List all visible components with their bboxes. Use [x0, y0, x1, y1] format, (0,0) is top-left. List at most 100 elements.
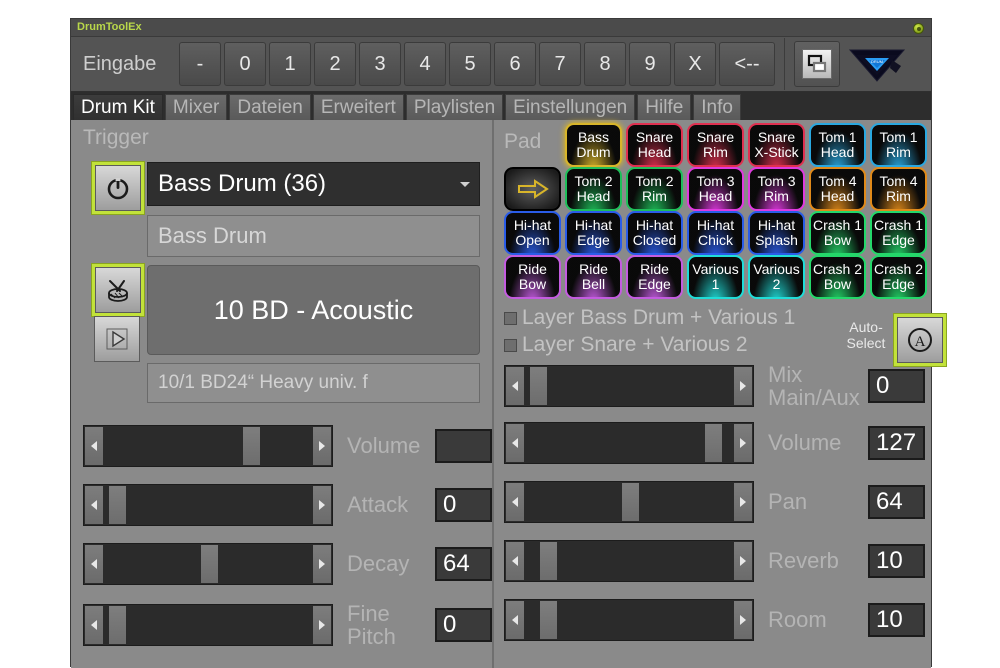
tab-playlisten[interactable]: Playlisten [405, 94, 504, 120]
pad-button[interactable]: Tom 3 Head [687, 167, 744, 211]
pad-shift-button[interactable] [504, 167, 561, 211]
pad-button[interactable]: Ride Bell [565, 255, 622, 299]
slider-pan[interactable] [504, 481, 754, 523]
auto-select-button[interactable]: A [893, 313, 947, 367]
slider-decrement[interactable] [85, 427, 103, 465]
slider-thumb[interactable] [108, 486, 126, 524]
slider-increment[interactable] [313, 545, 331, 583]
slider-value-fine[interactable]: 0 [435, 608, 492, 643]
key-2[interactable]: 2 [314, 42, 356, 86]
pad-button[interactable]: Hi-hat Chick [687, 211, 744, 255]
slider-decrement[interactable] [506, 424, 524, 462]
key-9[interactable]: 9 [629, 42, 671, 86]
slider-thumb[interactable] [243, 427, 261, 465]
key-6[interactable]: 6 [494, 42, 536, 86]
trigger-name-field[interactable]: Bass Drum [147, 215, 480, 257]
key-1[interactable]: 1 [269, 42, 311, 86]
slider-attack[interactable] [83, 484, 333, 526]
slider-volume[interactable] [504, 422, 754, 464]
slider-value-room[interactable]: 10 [868, 603, 925, 637]
slider-thumb[interactable] [529, 367, 547, 406]
pad-button[interactable]: Ride Bow [504, 255, 561, 299]
pad-button[interactable]: Tom 2 Rim [626, 167, 683, 211]
pad-button[interactable]: Crash 2 Edge [870, 255, 927, 299]
slider-decrement[interactable] [506, 483, 524, 521]
pad-button[interactable]: Snare Rim [687, 123, 744, 167]
slider-value-decay[interactable]: 64 [435, 547, 492, 581]
key-[interactable]: <-- [719, 42, 775, 86]
trigger-play-button[interactable] [94, 316, 140, 362]
key-5[interactable]: 5 [449, 42, 491, 86]
slider-volume[interactable] [83, 425, 333, 467]
slider-decrement[interactable] [506, 367, 524, 406]
pad-button[interactable]: Crash 1 Bow [809, 211, 866, 255]
checkbox[interactable] [504, 311, 517, 325]
pad-button[interactable]: Tom 4 Head [809, 167, 866, 211]
slider-value-volume[interactable]: 127 [868, 426, 925, 460]
pad-button[interactable]: Ride Edge [626, 255, 683, 299]
key-3[interactable]: 3 [359, 42, 401, 86]
tab-mixer[interactable]: Mixer [164, 94, 228, 120]
pad-button[interactable]: Crash 2 Bow [809, 255, 866, 299]
pad-button[interactable]: Hi-hat Edge [565, 211, 622, 255]
tab-drum-kit[interactable]: Drum Kit [73, 94, 163, 120]
slider-decrement[interactable] [506, 542, 524, 580]
trigger-instrument-display[interactable]: 10 BD - Acoustic [147, 265, 480, 355]
slider-fine[interactable] [83, 604, 333, 647]
slider-decrement[interactable] [85, 545, 103, 583]
pad-button[interactable]: Tom 1 Head [809, 123, 866, 167]
slider-decrement[interactable] [85, 606, 103, 645]
trigger-select[interactable]: Bass Drum (36) [147, 162, 480, 206]
slider-decay[interactable] [83, 543, 333, 585]
slider-thumb[interactable] [108, 606, 126, 645]
slider-increment[interactable] [313, 427, 331, 465]
slider-thumb[interactable] [200, 545, 218, 583]
status-led-green-icon[interactable] [913, 23, 924, 34]
trigger-instrument-button[interactable] [91, 263, 145, 317]
slider-increment[interactable] [734, 424, 752, 462]
slider-increment[interactable] [313, 606, 331, 645]
slider-thumb[interactable] [705, 424, 723, 462]
slider-value-pan[interactable]: 64 [868, 485, 925, 519]
key-0[interactable]: 0 [224, 42, 266, 86]
key-X[interactable]: X [674, 42, 716, 86]
slider-decrement[interactable] [506, 601, 524, 639]
key-7[interactable]: 7 [539, 42, 581, 86]
slider-value-mix[interactable]: 0 [868, 369, 925, 404]
slider-value-volume[interactable] [435, 429, 492, 463]
slider-increment[interactable] [734, 542, 752, 580]
pad-button[interactable]: Snare Head [626, 123, 683, 167]
trigger-power-button[interactable] [91, 161, 145, 215]
tab-info[interactable]: Info [693, 94, 741, 120]
pad-button[interactable]: Tom 2 Head [565, 167, 622, 211]
checkbox[interactable] [504, 338, 517, 352]
tab-einstellungen[interactable]: Einstellungen [505, 94, 636, 120]
window-arrange-button[interactable] [794, 41, 840, 87]
tab-hilfe[interactable]: Hilfe [637, 94, 692, 120]
slider-thumb[interactable] [539, 601, 557, 639]
pad-button[interactable]: Various 2 [748, 255, 805, 299]
layer-checkbox-row[interactable]: Layer Snare + Various 2 [504, 333, 748, 357]
slider-reverb[interactable] [504, 540, 754, 582]
tab-dateien[interactable]: Dateien [229, 94, 311, 120]
slider-increment[interactable] [313, 486, 331, 524]
pad-button[interactable]: Hi-hat Closed [626, 211, 683, 255]
slider-increment[interactable] [734, 367, 752, 406]
slider-value-reverb[interactable]: 10 [868, 544, 925, 578]
pad-button[interactable]: Crash 1 Edge [870, 211, 927, 255]
tab-erweitert[interactable]: Erweitert [312, 94, 404, 120]
slider-room[interactable] [504, 599, 754, 641]
slider-thumb[interactable] [621, 483, 639, 521]
slider-thumb[interactable] [539, 542, 557, 580]
key-[interactable]: - [179, 42, 221, 86]
pad-button[interactable]: Tom 1 Rim [870, 123, 927, 167]
pad-button[interactable]: Various 1 [687, 255, 744, 299]
slider-value-attack[interactable]: 0 [435, 488, 492, 522]
slider-mix[interactable] [504, 365, 754, 408]
pad-button[interactable]: Tom 4 Rim [870, 167, 927, 211]
pad-button[interactable]: Tom 3 Rim [748, 167, 805, 211]
layer-checkbox-row[interactable]: Layer Bass Drum + Various 1 [504, 306, 795, 330]
pad-button[interactable]: Bass Drum [565, 123, 622, 167]
key-8[interactable]: 8 [584, 42, 626, 86]
slider-decrement[interactable] [85, 486, 103, 524]
